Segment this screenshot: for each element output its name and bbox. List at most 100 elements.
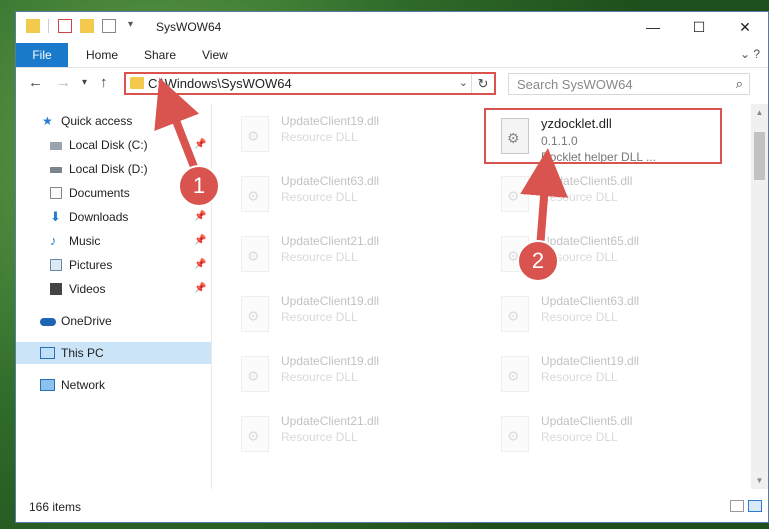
maximize-button[interactable]: ☐ xyxy=(676,12,722,43)
up-arrow-icon[interactable]: ↑ xyxy=(100,74,108,91)
nav-item-local-disk-c[interactable]: Local Disk (C:) 📌 xyxy=(16,134,211,156)
file-type: Resource DLL xyxy=(281,310,358,324)
drive-icon xyxy=(50,142,62,150)
pin-icon: 📌 xyxy=(194,211,207,222)
file-tile[interactable]: ⚙ UpdateClient63.dll Resource DLL xyxy=(231,168,461,224)
properties-icon[interactable] xyxy=(58,19,72,33)
file-type: Resource DLL xyxy=(281,190,358,204)
close-button[interactable]: ✕ xyxy=(722,12,768,43)
documents-icon xyxy=(50,187,62,199)
nav-label: Videos xyxy=(69,282,106,296)
customize-toolbar-icon[interactable] xyxy=(102,19,116,33)
callout-1: 1 xyxy=(178,165,220,207)
file-tile[interactable]: ⚙ UpdateClient19.dll Resource DLL xyxy=(231,288,461,344)
nav-item-downloads[interactable]: ⬇ Downloads 📌 xyxy=(16,206,211,228)
tab-share[interactable]: Share xyxy=(144,43,176,67)
folder-icon xyxy=(130,77,144,89)
file-name: UpdateClient65.dll xyxy=(541,234,640,248)
search-input[interactable]: Search SysWOW64 ⌕ xyxy=(508,73,750,95)
tab-view[interactable]: View xyxy=(202,43,228,67)
item-count: 166 items xyxy=(29,500,82,514)
title-bar[interactable]: ▾ SysWOW64 — ☐ ✕ xyxy=(16,12,768,43)
file-tile[interactable]: ⚙ UpdateClient19.dll Resource DLL xyxy=(231,108,461,164)
back-arrow-icon[interactable]: ← xyxy=(28,74,43,91)
tab-home[interactable]: Home xyxy=(86,43,118,67)
scroll-down-icon[interactable]: ▼ xyxy=(751,476,768,485)
forward-arrow-icon[interactable]: → xyxy=(56,74,71,91)
nav-item-this-pc[interactable]: This PC xyxy=(16,342,211,364)
nav-item-quick-access[interactable]: ★ Quick access xyxy=(16,110,211,132)
dll-file-icon: ⚙ xyxy=(241,116,269,152)
nav-item-videos[interactable]: Videos 📌 xyxy=(16,278,211,300)
minimize-button[interactable]: — xyxy=(630,12,676,43)
network-icon xyxy=(40,379,55,391)
file-tile[interactable]: ⚙ UpdateClient63.dll Resource DLL xyxy=(491,288,721,344)
dll-file-icon: ⚙ xyxy=(241,416,269,452)
large-icons-view-icon[interactable] xyxy=(748,500,762,512)
file-tile[interactable]: ⚙ UpdateClient21.dll Resource DLL xyxy=(231,228,461,284)
refresh-icon[interactable]: ↻ xyxy=(471,74,494,93)
nav-item-network[interactable]: Network xyxy=(16,374,211,396)
file-name: UpdateClient21.dll xyxy=(281,234,380,248)
callout-2: 2 xyxy=(517,240,559,282)
file-name: UpdateClient5.dll xyxy=(541,174,633,188)
nav-label: Quick access xyxy=(61,114,133,128)
nav-label: Pictures xyxy=(69,258,113,272)
address-path[interactable]: C:\Windows\SysWOW64 xyxy=(148,76,292,91)
file-name: UpdateClient5.dll xyxy=(541,414,633,428)
computer-icon xyxy=(40,347,55,359)
chevron-down-icon[interactable]: ▾ xyxy=(128,19,142,33)
address-bar[interactable]: C:\Windows\SysWOW64 ⌄ ↻ xyxy=(124,72,496,95)
nav-item-onedrive[interactable]: OneDrive xyxy=(16,310,211,332)
file-tile[interactable]: ⚙ UpdateClient19.dll Resource DLL xyxy=(231,348,461,404)
file-tile[interactable]: ⚙ UpdateClient21.dll Resource DLL xyxy=(231,408,461,464)
pin-icon: 📌 xyxy=(194,139,207,150)
file-name: UpdateClient63.dll xyxy=(281,174,380,188)
scroll-up-icon[interactable]: ▲ xyxy=(751,108,768,117)
nav-label: Network xyxy=(61,378,106,392)
file-type: Resource DLL xyxy=(281,130,358,144)
vertical-scrollbar[interactable]: ▲ ▼ xyxy=(751,104,768,489)
dll-file-icon: ⚙ xyxy=(501,296,529,332)
nav-item-music[interactable]: ♪ Music 📌 xyxy=(16,230,211,252)
toolbar-separator xyxy=(48,19,50,33)
nav-label: This PC xyxy=(61,346,104,360)
star-icon: ★ xyxy=(42,114,53,128)
file-type: Resource DLL xyxy=(541,310,618,324)
file-tile[interactable]: ⚙ UpdateClient19.dll Resource DLL xyxy=(491,348,721,404)
new-folder-icon[interactable] xyxy=(80,19,94,33)
search-icon[interactable]: ⌕ xyxy=(736,76,743,92)
nav-label: Music xyxy=(69,234,101,248)
file-name: UpdateClient21.dll xyxy=(281,414,380,428)
pane-divider[interactable] xyxy=(211,104,212,489)
pictures-icon xyxy=(50,259,62,271)
details-view-icon[interactable] xyxy=(730,500,744,512)
dll-file-icon: ⚙ xyxy=(501,356,529,392)
pin-icon: 📌 xyxy=(194,235,207,246)
nav-label: Documents xyxy=(69,186,130,200)
dll-file-icon: ⚙ xyxy=(241,236,269,272)
highlight-box-file xyxy=(484,108,722,164)
file-name: UpdateClient19.dll xyxy=(281,354,380,368)
nav-label: Local Disk (D:) xyxy=(69,162,148,176)
folder-icon xyxy=(26,19,40,33)
tab-file[interactable]: File xyxy=(16,43,68,67)
dll-file-icon: ⚙ xyxy=(501,176,529,212)
search-placeholder: Search SysWOW64 xyxy=(517,77,633,92)
videos-icon xyxy=(50,283,62,295)
drive-icon xyxy=(50,167,62,173)
status-bar: 166 items xyxy=(16,492,768,522)
address-history-chevron-icon[interactable]: ⌄ xyxy=(459,76,468,89)
file-tile[interactable]: ⚙ UpdateClient5.dll Resource DLL xyxy=(491,408,721,464)
explorer-window: ▾ SysWOW64 — ☐ ✕ File Home Share View ⌄ … xyxy=(15,11,769,523)
recent-locations-chevron-icon[interactable]: ▾ xyxy=(82,77,87,88)
scroll-thumb[interactable] xyxy=(754,132,765,180)
file-tile[interactable]: ⚙ UpdateClient5.dll Resource DLL xyxy=(491,168,721,224)
nav-item-pictures[interactable]: Pictures 📌 xyxy=(16,254,211,276)
dll-file-icon: ⚙ xyxy=(501,416,529,452)
ribbon-expand-help[interactable]: ⌄ ? xyxy=(740,47,760,61)
file-type: Resource DLL xyxy=(281,370,358,384)
dll-file-icon: ⚙ xyxy=(241,176,269,212)
file-type: Resource DLL xyxy=(541,190,618,204)
navigation-pane: ★ Quick access Local Disk (C:) 📌 Local D… xyxy=(16,104,211,489)
